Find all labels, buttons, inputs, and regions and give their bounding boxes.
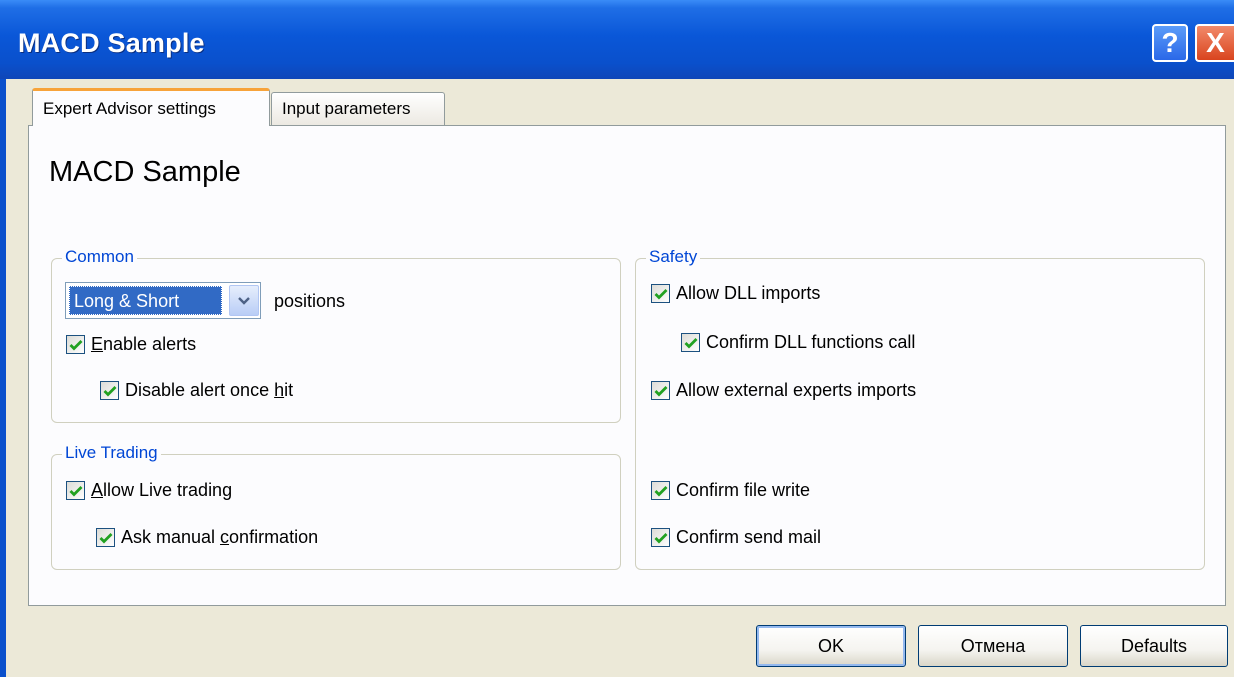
- allow-dll-imports-label: Allow DLL imports: [676, 283, 821, 303]
- tab-label: Expert Advisor settings: [43, 99, 216, 118]
- dropdown-button[interactable]: [229, 285, 259, 316]
- checkbox-box[interactable]: [651, 284, 670, 303]
- dialog-window: MACD Sample ? X Expert Advisor settings …: [0, 0, 1234, 677]
- window-border: [0, 79, 6, 677]
- group-live-trading: Live Trading Allow Live trading Ask manu…: [51, 443, 621, 570]
- checkmark-icon: [654, 532, 667, 543]
- positions-label: positions: [274, 291, 346, 311]
- window-title: MACD Sample: [18, 28, 205, 58]
- group-safety: Safety Allow DLL imports Confirm DLL fun…: [635, 247, 1205, 570]
- allow-live-trading-label: Allow Live trading: [91, 480, 233, 500]
- confirm-dll-functions-call-label: Confirm DLL functions call: [706, 332, 916, 352]
- ask-manual-confirmation-label: Ask manual confirmation: [121, 527, 319, 547]
- checkmark-icon: [654, 385, 667, 396]
- confirm-send-mail-label: Confirm send mail: [676, 527, 822, 547]
- checkbox-box[interactable]: [651, 528, 670, 547]
- checkbox-box[interactable]: [651, 381, 670, 400]
- chevron-down-icon: [238, 296, 250, 305]
- title-bar[interactable]: MACD Sample ? X: [0, 0, 1234, 79]
- confirm-send-mail-checkbox[interactable]: Confirm send mail: [651, 527, 821, 548]
- checkmark-icon: [69, 485, 82, 496]
- checkbox-box[interactable]: [66, 481, 85, 500]
- checkbox-box[interactable]: [651, 481, 670, 500]
- checkbox-box[interactable]: [96, 528, 115, 547]
- checkmark-icon: [684, 337, 697, 348]
- close-icon: X: [1206, 27, 1225, 58]
- confirm-file-write-label: Confirm file write: [676, 480, 811, 500]
- tab-label: Input parameters: [282, 99, 411, 118]
- disable-alert-once-hit-label: Disable alert once hit: [125, 380, 294, 400]
- allow-external-experts-imports-checkbox[interactable]: Allow external experts imports: [651, 380, 916, 401]
- defaults-button[interactable]: Defaults: [1080, 625, 1228, 667]
- cancel-button[interactable]: Отмена: [918, 625, 1068, 667]
- group-label-common: Common: [62, 247, 137, 267]
- positions-select-value: Long & Short: [69, 286, 222, 315]
- confirm-file-write-checkbox[interactable]: Confirm file write: [651, 480, 810, 501]
- group-common: Common Long & Short positions Enable ale…: [51, 247, 621, 423]
- group-label-safety: Safety: [646, 247, 701, 267]
- panel-title: MACD Sample: [49, 156, 241, 188]
- checkmark-icon: [103, 385, 116, 396]
- checkbox-box[interactable]: [681, 333, 700, 352]
- group-label-live-trading: Live Trading: [62, 443, 161, 463]
- checkmark-icon: [99, 532, 112, 543]
- checkmark-icon: [654, 485, 667, 496]
- tab-panel: MACD Sample Common Long & Short position…: [28, 125, 1226, 606]
- tab-input-parameters[interactable]: Input parameters: [271, 92, 445, 125]
- allow-live-trading-checkbox[interactable]: Allow Live trading: [66, 480, 232, 501]
- disable-alert-once-hit-checkbox[interactable]: Disable alert once hit: [100, 380, 293, 401]
- allow-dll-imports-checkbox[interactable]: Allow DLL imports: [651, 283, 820, 304]
- tab-expert-advisor-settings[interactable]: Expert Advisor settings: [32, 88, 270, 126]
- confirm-dll-functions-call-checkbox[interactable]: Confirm DLL functions call: [681, 332, 915, 353]
- ask-manual-confirmation-checkbox[interactable]: Ask manual confirmation: [96, 527, 318, 548]
- checkmark-icon: [69, 339, 82, 350]
- positions-select[interactable]: Long & Short: [65, 282, 261, 319]
- close-button[interactable]: X: [1195, 24, 1234, 62]
- checkbox-box[interactable]: [100, 381, 119, 400]
- help-icon: ?: [1161, 27, 1179, 58]
- allow-external-experts-imports-label: Allow external experts imports: [676, 380, 917, 400]
- enable-alerts-label: Enable alerts: [91, 334, 197, 354]
- checkmark-icon: [654, 288, 667, 299]
- ok-button[interactable]: OK: [756, 625, 906, 667]
- help-button[interactable]: ?: [1152, 24, 1188, 62]
- checkbox-box[interactable]: [66, 335, 85, 354]
- enable-alerts-checkbox[interactable]: Enable alerts: [66, 334, 196, 355]
